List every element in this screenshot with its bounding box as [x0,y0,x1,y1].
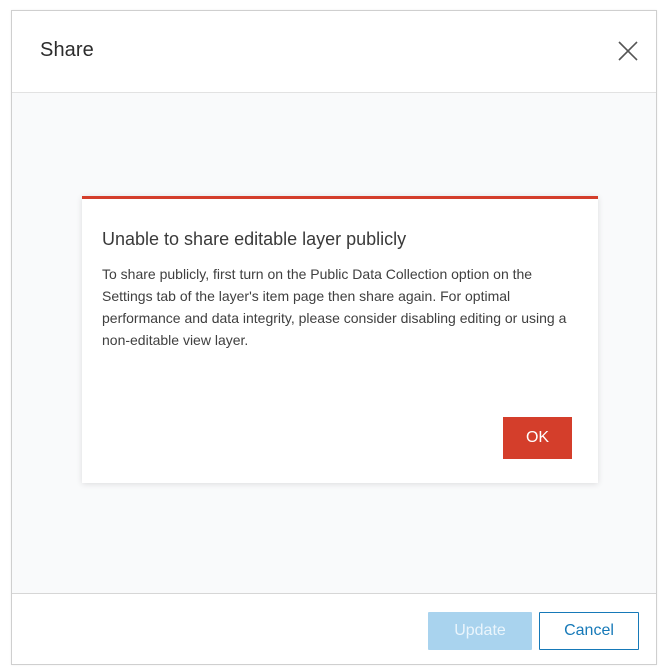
dialog-footer: Update Cancel [12,593,656,664]
alert-message: To share publicly, first turn on the Pub… [102,266,567,348]
ok-button[interactable]: OK [503,417,572,459]
alert-title: Unable to share editable layer publicly [102,229,407,249]
dialog-header: Share [12,11,656,93]
close-button[interactable] [614,37,642,65]
error-alert: Unable to share editable layer publicly … [82,196,598,483]
close-icon [618,41,638,61]
cancel-button[interactable]: Cancel [539,612,639,650]
update-button[interactable]: Update [428,612,532,650]
dialog-title: Share [40,39,94,61]
